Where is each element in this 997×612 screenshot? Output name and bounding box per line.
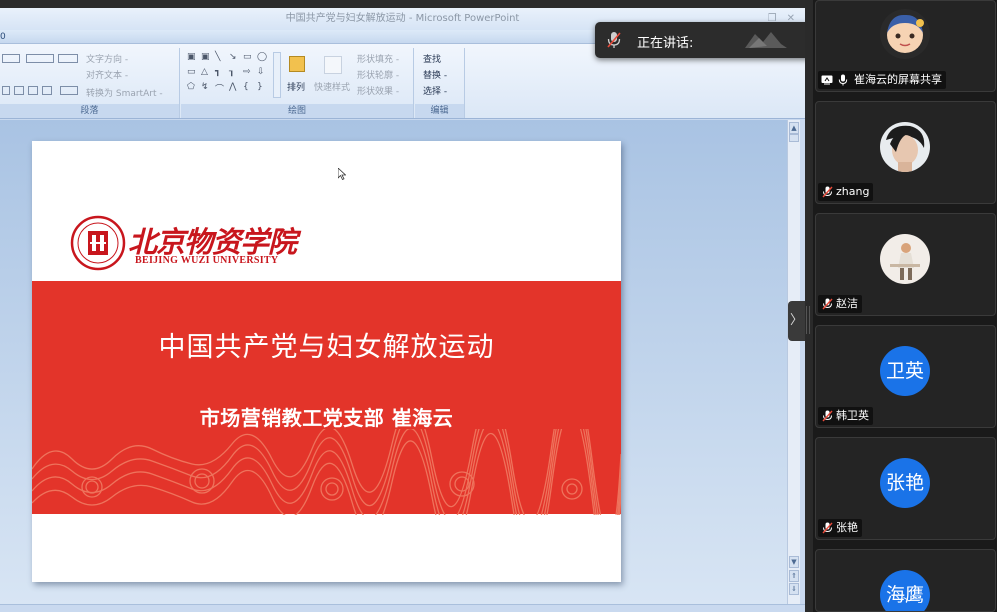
- avatar-portrait: [880, 122, 930, 172]
- scroll-down-button[interactable]: ▼: [789, 556, 799, 568]
- list-icon[interactable]: [2, 54, 20, 63]
- rectangle-icon[interactable]: ▭: [243, 52, 252, 62]
- line-icon[interactable]: ╲: [215, 52, 220, 62]
- chevron-icon[interactable]: ⋀: [229, 82, 236, 92]
- triangle-icon[interactable]: △: [201, 67, 208, 77]
- elbow-arrow-icon[interactable]: ┒: [229, 67, 234, 77]
- collapse-panel-button[interactable]: 〉: [788, 301, 805, 341]
- avatar-cartoon: [880, 9, 930, 59]
- replace-button[interactable]: 替换 -: [423, 68, 447, 81]
- shared-screen: 中国共产党与妇女解放运动 - Microsoft PowerPoint ▁ ❐ …: [0, 0, 805, 612]
- participant-tile-zhaojie[interactable]: 赵洁: [815, 213, 996, 316]
- university-name-en: BEIJING WUZI UNIVERSITY: [135, 255, 279, 266]
- textbox-icon[interactable]: ▣: [187, 52, 196, 62]
- shape-effects-button[interactable]: 形状效果 -: [357, 84, 399, 97]
- justify-icon[interactable]: [42, 86, 52, 95]
- quick-styles-button[interactable]: 快速样式: [314, 80, 350, 93]
- elbow-connector-icon[interactable]: ┓: [215, 67, 220, 77]
- scroll-up-button[interactable]: ▲: [789, 122, 799, 134]
- shape-fill-button[interactable]: 形状填充 -: [357, 52, 399, 65]
- participant-name: 崔海云的屏幕共享: [854, 73, 942, 86]
- status-bar: [0, 604, 805, 612]
- align-center-icon[interactable]: [14, 86, 24, 95]
- arrow-line-icon[interactable]: ↘: [229, 52, 237, 62]
- ellipse-icon[interactable]: ◯: [257, 52, 267, 62]
- window-title: 中国共产党与妇女解放运动 - Microsoft PowerPoint: [285, 13, 520, 24]
- columns-icon[interactable]: [60, 86, 78, 95]
- convert-smartart-button[interactable]: 转换为 SmartArt -: [86, 86, 163, 99]
- rect-icon[interactable]: ▭: [187, 67, 196, 77]
- align-left-icon[interactable]: [2, 86, 10, 95]
- ribbon-group-editing: 查找 替换 - 选择 - 编辑: [415, 48, 465, 118]
- ribbon-group-drawing: ▣ ▣ ╲ ↘ ▭ ◯ ▭ △ ┓ ┒ ⇨ ⇩ ⬠ ↯ ⌒ ⋀ {} 排列 快…: [181, 48, 414, 118]
- quick-styles-icon[interactable]: [324, 56, 342, 74]
- align-text-button[interactable]: 对齐文本 -: [86, 68, 128, 81]
- participant-name: 韩卫英: [836, 409, 869, 422]
- university-logo-icon: [70, 215, 126, 271]
- panel-scroll-down-icon[interactable]: ﹀: [879, 594, 939, 610]
- muted-mic-icon: [822, 410, 833, 422]
- slide-subtitle: 市场营销教工党支部 崔海云: [199, 406, 454, 430]
- resize-grip[interactable]: [806, 306, 810, 334]
- brace-left-icon[interactable]: {: [243, 82, 249, 92]
- line-spacing-icon[interactable]: [58, 54, 78, 63]
- participant-name: 张艳: [836, 521, 858, 534]
- freeform-icon[interactable]: ↯: [201, 82, 209, 92]
- avatar-figure: [880, 234, 930, 284]
- vertical-textbox-icon[interactable]: ▣: [201, 52, 210, 62]
- ribbon-group-label-editing: 编辑: [415, 104, 464, 118]
- curve-icon[interactable]: ⌒: [215, 82, 224, 95]
- muted-mic-icon: [822, 522, 833, 534]
- speaking-indicator: 正在讲话:: [595, 22, 838, 58]
- participant-tile-zhangyan[interactable]: 张艳 张艳: [815, 437, 996, 540]
- participant-name: zhang: [836, 185, 870, 198]
- participant-nametag: 赵洁: [818, 295, 862, 313]
- participant-tile-screen-share[interactable]: 崔海云的屏幕共享: [815, 0, 996, 92]
- speaking-label: 正在讲话:: [637, 36, 694, 51]
- text-direction-button[interactable]: 文字方向 -: [86, 52, 128, 65]
- arrange-icon[interactable]: [289, 56, 305, 72]
- avatar-initials: 卫英: [880, 346, 930, 396]
- participant-nametag: zhang: [818, 183, 874, 201]
- muted-mic-icon: [822, 186, 833, 198]
- participant-tile-zhang[interactable]: zhang: [815, 101, 996, 204]
- muted-mic-icon: [822, 298, 833, 310]
- brace-right-icon[interactable]: }: [257, 82, 263, 92]
- pentagon-icon[interactable]: ⬠: [187, 82, 195, 92]
- mouse-cursor-icon: [338, 168, 346, 180]
- scroll-thumb[interactable]: [789, 134, 799, 142]
- slide-title: 中国共产党与妇女解放运动: [158, 332, 495, 363]
- top-bar: [0, 0, 805, 8]
- ribbon-group-paragraph: 文字方向 - 对齐文本 - 转换为 SmartArt - 段落: [0, 48, 180, 118]
- muted-mic-icon: [607, 32, 621, 48]
- mic-icon: [838, 74, 848, 86]
- gallery-scroll[interactable]: [273, 52, 281, 98]
- participant-name: 赵洁: [836, 297, 858, 310]
- wave-pattern: [32, 429, 621, 515]
- next-slide-button[interactable]: ⇓: [789, 583, 799, 595]
- find-button[interactable]: 查找: [423, 52, 441, 65]
- arrange-button[interactable]: 排列: [287, 80, 305, 93]
- screen-share-icon: [821, 75, 833, 85]
- participant-nametag: 崔海云的屏幕共享: [818, 71, 946, 89]
- right-arrow-icon[interactable]: ⇨: [243, 67, 251, 77]
- ribbon-group-label-paragraph: 段落: [0, 104, 179, 118]
- shapes-gallery[interactable]: ▣ ▣ ╲ ↘ ▭ ◯ ▭ △ ┓ ┒ ⇨ ⇩ ⬠ ↯ ⌒ ⋀ {}: [185, 52, 277, 100]
- select-button[interactable]: 选择 -: [423, 84, 447, 97]
- align-right-icon[interactable]: [28, 86, 38, 95]
- avatar-initials: 张艳: [880, 458, 930, 508]
- quick-access-text: 0: [0, 32, 6, 42]
- participant-tile-hanweiying[interactable]: 卫英 韩卫英: [815, 325, 996, 428]
- screen: 中国共产党与妇女解放运动 - Microsoft PowerPoint ▁ ❐ …: [0, 0, 997, 612]
- participant-nametag: 韩卫英: [818, 407, 873, 425]
- shape-outline-button[interactable]: 形状轮廓 -: [357, 68, 399, 81]
- speaker-avatar-blur: [745, 32, 787, 48]
- vertical-scrollbar[interactable]: ▲ ▼ ⇑ ⇓: [787, 120, 800, 606]
- indent-icon[interactable]: [26, 54, 54, 63]
- participant-nametag: 张艳: [818, 519, 862, 537]
- prev-slide-button[interactable]: ⇑: [789, 570, 799, 582]
- slide[interactable]: 北京物资学院 BEIJING WUZI UNIVERSITY 中国共产党与妇女解…: [32, 141, 621, 582]
- ribbon-group-label-drawing: 绘图: [181, 104, 413, 118]
- down-arrow-icon[interactable]: ⇩: [257, 67, 265, 77]
